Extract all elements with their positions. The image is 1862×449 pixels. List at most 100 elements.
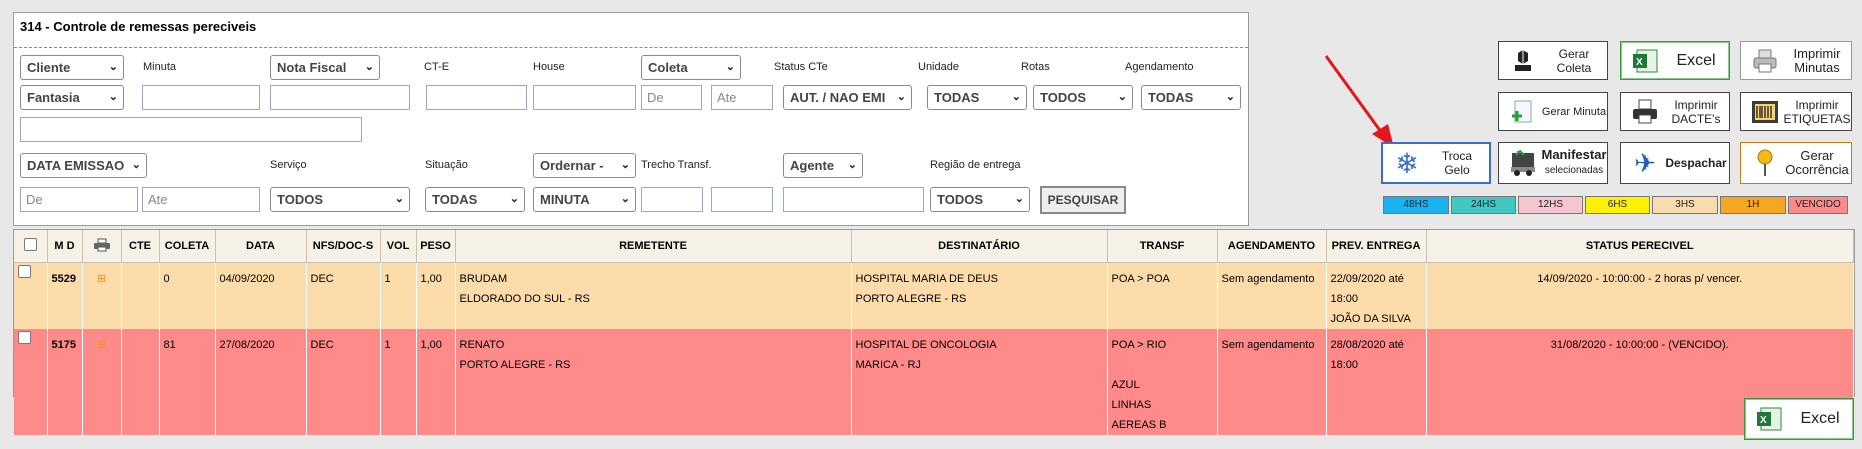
- cell-vol: 1: [380, 329, 417, 435]
- gerar-ocorrencia-button[interactable]: Gerar Ocorrência: [1740, 142, 1852, 184]
- excel-export-button[interactable]: X Excel: [1744, 398, 1854, 440]
- cliente-select[interactable]: Cliente ⌄: [20, 55, 124, 80]
- chevron-down-icon: ⌄: [1011, 91, 1021, 103]
- print-icon[interactable]: [82, 230, 122, 263]
- chevron-down-icon: ⌄: [896, 91, 906, 103]
- pesquisar-button[interactable]: PESQUISAR: [1040, 186, 1126, 214]
- data-emissao-select[interactable]: DATA EMISSAO ⌄: [20, 153, 147, 178]
- map-pin-icon: [1747, 147, 1783, 179]
- agendamento-select-value: TODAS: [1148, 90, 1194, 105]
- unidade-label: Unidade: [918, 61, 959, 73]
- minuta-input[interactable]: [142, 85, 260, 110]
- imprimir-minutas-button[interactable]: Imprimir Minutas: [1740, 41, 1852, 80]
- gerar-coleta-label: Gerar Coleta: [1556, 46, 1592, 75]
- col-data: DATA: [215, 230, 307, 263]
- cell-peso: 1,00: [416, 262, 456, 329]
- coleta-select[interactable]: Coleta ⌄: [641, 55, 741, 80]
- row-checkbox[interactable]: [14, 262, 48, 329]
- cell-nfs: DEC: [306, 329, 381, 435]
- status-cte-select[interactable]: AUT. / NAO EMI ⌄: [783, 85, 912, 110]
- table-row[interactable]: 5175 ⊞ 81 27/08/2020 DEC 1 1,00 RENATO PO…: [14, 329, 1854, 435]
- cte-input[interactable]: [426, 85, 527, 110]
- gerar-minuta-button[interactable]: Gerar Minuta: [1498, 92, 1608, 131]
- rotas-select-value: TODOS: [1040, 90, 1086, 105]
- chevron-down-icon: ⌄: [394, 193, 404, 205]
- trecho-ate-input[interactable]: [711, 187, 773, 212]
- fantasia-select[interactable]: Fantasia ⌄: [20, 85, 124, 110]
- chevron-down-icon: ⌄: [364, 61, 374, 73]
- printer-icon: [1627, 96, 1663, 128]
- unidade-select[interactable]: TODAS ⌄: [927, 85, 1027, 110]
- cell-data: 04/09/2020: [215, 262, 307, 329]
- imprimir-etiquetas-button[interactable]: Imprimir ETIQUETAS: [1740, 92, 1852, 131]
- agendamento-select[interactable]: TODAS ⌄: [1141, 85, 1241, 110]
- servico-select[interactable]: TODOS ⌄: [270, 187, 410, 212]
- nota-fiscal-input[interactable]: [270, 85, 410, 110]
- expand-icon[interactable]: ⊞: [82, 262, 122, 329]
- free-text-input[interactable]: [20, 117, 362, 142]
- cell-cte: [121, 262, 160, 329]
- barcode-label-icon: [1747, 96, 1783, 128]
- cell-transf: POA > RIO AZUL LINHAS AEREAS B: [1107, 329, 1218, 435]
- manifestar-label: Manifestar selecionadas: [1541, 147, 1607, 177]
- legend-3hs: 3HS: [1652, 196, 1718, 214]
- trecho-de-input[interactable]: [641, 187, 703, 212]
- col-vol: VOL: [380, 230, 417, 263]
- manifestar-button[interactable]: Manifestar selecionadas: [1498, 142, 1608, 184]
- rotas-select[interactable]: TODOS ⌄: [1033, 85, 1133, 110]
- situacao-select-value: TODAS: [432, 192, 478, 207]
- imprimir-etiquetas-label: Imprimir ETIQUETAS: [1783, 97, 1851, 126]
- cell-data: 27/08/2020: [215, 329, 307, 435]
- cell-md: 5529: [47, 262, 83, 329]
- cte-label: CT-E: [424, 61, 450, 73]
- data-ate-input[interactable]: Ate: [142, 187, 260, 212]
- imprimir-dacte-button[interactable]: Imprimir DACTE's: [1620, 92, 1730, 131]
- gerar-minuta-label: Gerar Minuta: [1541, 105, 1607, 118]
- col-nfs: NFS/DOC-S: [306, 230, 381, 263]
- troca-gelo-button[interactable]: ❄ Troca Gelo: [1381, 142, 1491, 184]
- situacao-select[interactable]: TODAS ⌄: [425, 187, 525, 212]
- excel-export-label: Excel: [1800, 410, 1840, 427]
- gerar-coleta-button[interactable]: Gerar Coleta: [1498, 41, 1608, 80]
- nota-fiscal-select-value: Nota Fiscal: [277, 60, 347, 75]
- col-peso: PESO: [416, 230, 456, 263]
- regiao-label: Região de entrega: [930, 159, 1021, 171]
- chevron-down-icon: ⌄: [1014, 193, 1024, 205]
- legend-24hs: 24HS: [1451, 196, 1516, 214]
- chevron-down-icon: ⌄: [108, 91, 118, 103]
- title-divider: [14, 47, 1248, 48]
- chevron-down-icon: ⌄: [847, 159, 857, 171]
- cell-peso: 1,00: [416, 329, 456, 435]
- chevron-down-icon: ⌄: [620, 159, 630, 171]
- row-checkbox[interactable]: [14, 329, 48, 435]
- col-destinatario: DESTINATÁRIO: [851, 230, 1108, 263]
- airplane-icon: ✈: [1634, 147, 1656, 178]
- excel-button[interactable]: X Excel: [1620, 41, 1730, 80]
- ordenar-select[interactable]: Ordernar - ⌄: [533, 153, 636, 178]
- table-row[interactable]: 5529 ⊞ 0 04/09/2020 DEC 1 1,00 BRUDAM ELD…: [14, 262, 1854, 329]
- cell-vol: 1: [380, 262, 417, 329]
- col-cte: CTE: [121, 230, 160, 263]
- cell-md: 5175: [47, 329, 83, 435]
- ordem-select[interactable]: MINUTA ⌄: [533, 187, 636, 212]
- despachar-button[interactable]: ✈ Despachar: [1620, 142, 1730, 184]
- nota-fiscal-select[interactable]: Nota Fiscal ⌄: [270, 55, 380, 80]
- filter-panel: 314 - Controle de remessas pereciveis Cl…: [13, 12, 1249, 226]
- cell-remetente: RENATO PORTO ALEGRE - RS: [455, 329, 852, 435]
- agente-select[interactable]: Agente ⌄: [783, 153, 863, 178]
- house-label: House: [533, 61, 565, 73]
- data-de-input[interactable]: De: [20, 187, 138, 212]
- agente-select-value: Agente: [790, 158, 835, 173]
- expand-icon[interactable]: ⊞: [82, 329, 122, 435]
- regiao-select[interactable]: TODOS ⌄: [930, 187, 1030, 212]
- cell-remetente: BRUDAM ELDORADO DO SUL - RS: [455, 262, 852, 329]
- agente-input[interactable]: [783, 187, 924, 212]
- col-md: M D: [47, 230, 83, 263]
- red-arrow-annotation: [1324, 55, 1394, 148]
- minuta-label: Minuta: [143, 61, 177, 73]
- coleta-ate-input[interactable]: Ate: [711, 85, 773, 110]
- coleta-de-input[interactable]: De: [641, 85, 702, 110]
- house-input[interactable]: [533, 85, 636, 110]
- select-all-checkbox[interactable]: [14, 230, 48, 263]
- cell-cte: [121, 329, 160, 435]
